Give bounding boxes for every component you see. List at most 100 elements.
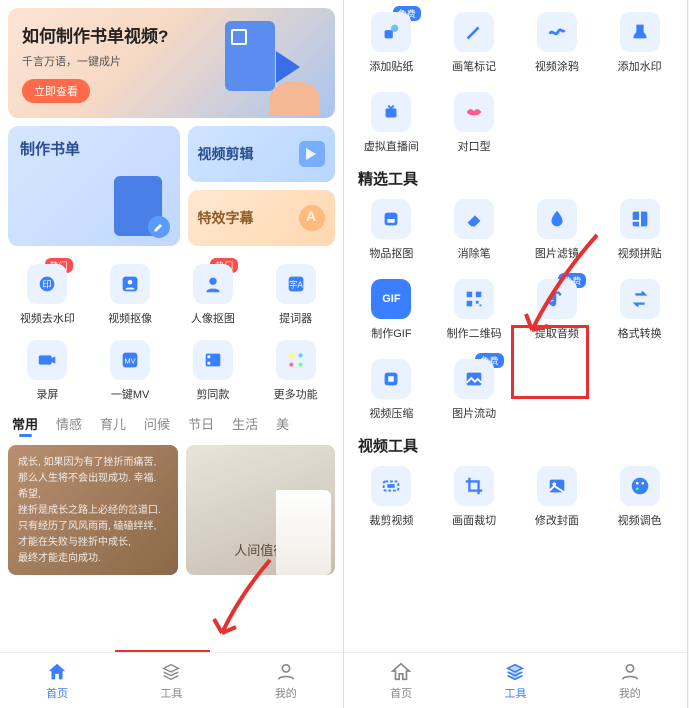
tab-parenting[interactable]: 育儿 — [100, 414, 126, 437]
grid-icon — [276, 340, 316, 380]
template-card-1[interactable]: 成长, 如果因为有了挫折而痛苦, 那么人生将不会出现成功. 幸福. 希望, 挫折… — [8, 445, 178, 575]
tab-emotion[interactable]: 情感 — [56, 414, 82, 437]
section-featured-title: 精选工具 — [358, 168, 673, 189]
nav-tools[interactable]: 工具 — [458, 653, 572, 708]
tool-object-matting[interactable]: 物品抠图 — [352, 199, 431, 261]
promo-banner[interactable]: 如何制作书单视频? 千言万语，一键成片 立即查看 — [8, 8, 335, 118]
effect-subtitle-card[interactable]: 特效字幕 — [188, 190, 336, 246]
tool-eraser[interactable]: 消除笔 — [435, 199, 514, 261]
nav-mine[interactable]: 我的 — [229, 653, 343, 708]
tool-label: 视频调色 — [600, 512, 679, 528]
tool-grid-1: 热门 印 视频去水印 视频抠像 热门 人像抠图 字A 提词器 录屏 MV 一键M… — [8, 264, 335, 402]
svg-text:字A: 字A — [289, 280, 303, 290]
trim-icon — [371, 466, 411, 506]
nav-home[interactable]: 首页 — [344, 653, 458, 708]
category-tabs: 常用 情感 育儿 问候 节日 生活 美 — [12, 414, 331, 437]
droplet-icon — [537, 199, 577, 239]
tool-label: 裁剪视频 — [352, 512, 431, 528]
nav-tools[interactable]: 工具 — [114, 653, 228, 708]
document-icon — [225, 21, 275, 91]
person-icon — [275, 661, 297, 683]
tool-video-cutout[interactable]: 视频抠像 — [91, 264, 170, 326]
tool-video-color[interactable]: 视频调色 — [600, 466, 679, 528]
person-icon — [193, 264, 233, 304]
tool-add-sticker[interactable]: 免费 添加贴纸 — [352, 12, 431, 74]
box-icon — [371, 199, 411, 239]
tab-beauty[interactable]: 美 — [276, 414, 289, 437]
tool-label: 添加水印 — [600, 58, 679, 74]
tool-label: 视频拼贴 — [600, 245, 679, 261]
tool-more-functions[interactable]: 更多功能 — [256, 340, 335, 402]
tool-image-filter[interactable]: 图片滤镜 — [518, 199, 597, 261]
tool-virtual-live[interactable]: 虚拟直播间 — [352, 92, 431, 154]
tool-remove-watermark[interactable]: 热门 印 视频去水印 — [8, 264, 87, 326]
home-icon — [390, 661, 412, 683]
tool-label: 修改封面 — [518, 512, 597, 528]
tool-label: 消除笔 — [435, 245, 514, 261]
nav-home[interactable]: 首页 — [0, 653, 114, 708]
person-icon — [619, 661, 641, 683]
video-edit-card[interactable]: 视频剪辑 — [188, 126, 336, 182]
tool-label: 对口型 — [435, 138, 514, 154]
bottom-nav: 首页 工具 我的 — [0, 652, 343, 708]
tool-video-compress[interactable]: 视频压缩 — [352, 359, 431, 421]
tool-make-qrcode[interactable]: 制作二维码 — [435, 279, 514, 341]
squiggle-icon — [537, 12, 577, 52]
tool-one-click-mv[interactable]: MV 一键MV — [91, 340, 170, 402]
tool-label: 添加贴纸 — [352, 58, 431, 74]
image-icon — [454, 359, 494, 399]
seal-icon: 印 — [27, 264, 67, 304]
banner-cta-button[interactable]: 立即查看 — [22, 79, 90, 103]
nav-mine[interactable]: 我的 — [573, 653, 687, 708]
tool-label: 物品抠图 — [352, 245, 431, 261]
tool-portrait-matting[interactable]: 热门 人像抠图 — [174, 264, 253, 326]
tool-lip-sync[interactable]: 对口型 — [435, 92, 514, 154]
tab-greeting[interactable]: 问候 — [144, 414, 170, 437]
stamp-icon — [620, 12, 660, 52]
home-icon — [46, 661, 68, 683]
tool-label: 录屏 — [8, 386, 87, 402]
nav-label: 工具 — [504, 685, 526, 701]
film-icon — [193, 340, 233, 380]
nav-label: 工具 — [160, 685, 182, 701]
tool-format-convert[interactable]: 格式转换 — [600, 279, 679, 341]
tool-change-cover[interactable]: 修改封面 — [518, 466, 597, 528]
toolbox-icon — [504, 661, 526, 683]
lips-icon — [454, 92, 494, 132]
tool-crop-frame[interactable]: 画面裁切 — [435, 466, 514, 528]
template-row: 成长, 如果因为有了挫折而痛苦, 那么人生将不会出现成功. 幸福. 希望, 挫折… — [8, 445, 335, 575]
text-icon: 字A — [276, 264, 316, 304]
tool-label: 剪同款 — [174, 386, 253, 402]
tool-video-collage[interactable]: 视频拼贴 — [600, 199, 679, 261]
make-booklist-card[interactable]: 制作书单 — [8, 126, 180, 246]
tool-teleprompter[interactable]: 字A 提词器 — [256, 264, 335, 326]
tool-add-watermark[interactable]: 添加水印 — [600, 12, 679, 74]
tool-label: 虚拟直播间 — [352, 138, 431, 154]
section-video-title: 视频工具 — [358, 435, 673, 456]
featured-tools-grid: 物品抠图 消除笔 图片滤镜 视频拼贴 GIF 制作GIF 制作二维码 免费 提取… — [352, 199, 679, 421]
tool-image-flow[interactable]: 免费 图片流动 — [435, 359, 514, 421]
tab-life[interactable]: 生活 — [232, 414, 258, 437]
bottom-nav: 首页 工具 我的 — [344, 652, 687, 708]
tab-festival[interactable]: 节日 — [188, 414, 214, 437]
tool-brush-mark[interactable]: 画笔标记 — [435, 12, 514, 74]
tool-trim-video[interactable]: 裁剪视频 — [352, 466, 431, 528]
nav-label: 首页 — [390, 685, 412, 701]
tool-cut-same[interactable]: 剪同款 — [174, 340, 253, 402]
video-tools-grid: 裁剪视频 画面裁切 修改封面 视频调色 — [352, 466, 679, 528]
tab-common[interactable]: 常用 — [12, 414, 38, 437]
tool-make-gif[interactable]: GIF 制作GIF — [352, 279, 431, 341]
tool-screen-record[interactable]: 录屏 — [8, 340, 87, 402]
tool-video-doodle[interactable]: 视频涂鸦 — [518, 12, 597, 74]
broadcast-icon — [371, 92, 411, 132]
camera-icon — [27, 340, 67, 380]
screen-left: 如何制作书单视频? 千言万语，一键成片 立即查看 制作书单 视频剪辑 特效字幕 — [0, 0, 344, 708]
template-card-2[interactable]: 人间值得 — [186, 445, 336, 575]
tool-extract-audio[interactable]: 免费 提取音频 — [518, 279, 597, 341]
tool-label: 图片滤镜 — [518, 245, 597, 261]
person-video-icon — [110, 264, 150, 304]
gif-icon: GIF — [371, 279, 411, 319]
book-graphic — [276, 490, 331, 575]
hand-icon — [270, 81, 320, 116]
palette-icon — [620, 466, 660, 506]
